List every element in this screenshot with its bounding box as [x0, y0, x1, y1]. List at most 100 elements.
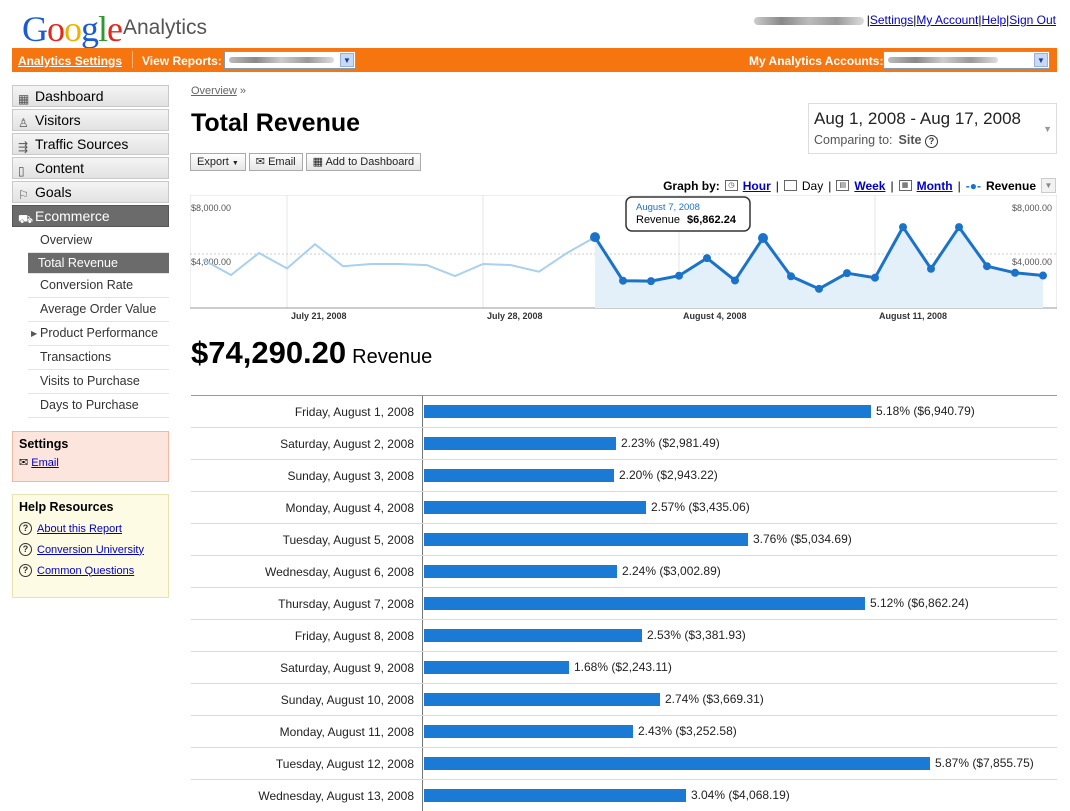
table-row[interactable]: Saturday, August 9, 2008 1.68% ($2,243.11… — [191, 652, 1057, 684]
submenu-conversion-rate[interactable]: Conversion Rate — [28, 274, 169, 298]
submenu-total-revenue[interactable]: Total Revenue — [28, 253, 169, 274]
data-point[interactable] — [619, 276, 627, 285]
bar-cell: 5.12% ($6,862.24) — [422, 588, 1057, 619]
graph-by-week[interactable]: Week — [854, 179, 885, 193]
data-point[interactable] — [647, 277, 655, 286]
data-point[interactable] — [590, 232, 600, 243]
table-row[interactable]: Monday, August 4, 2008 2.57% ($3,435.06) — [191, 492, 1057, 524]
data-point[interactable] — [787, 272, 795, 281]
submenu-overview[interactable]: Overview — [28, 229, 169, 253]
revenue-line-chart[interactable]: $8,000.00 $4,000.00 $8,000.00 $4,000.00 July… — [190, 195, 1057, 323]
sidebar-item-traffic-sources[interactable]: ⇶ Traffic Sources — [12, 133, 169, 155]
view-reports-label: View Reports: — [142, 54, 222, 68]
revenue-bar[interactable] — [424, 501, 646, 514]
graph-by-hour[interactable]: Hour — [743, 179, 771, 193]
submenu-visits-to-purchase[interactable]: Visits to Purchase — [28, 370, 169, 394]
sidebar-item-ecommerce[interactable]: ⛟ Ecommerce — [12, 205, 169, 227]
row-value: 2.23% ($2,981.49) — [621, 436, 720, 450]
graph-by-day[interactable]: Day — [802, 179, 823, 193]
data-point[interactable] — [731, 276, 739, 285]
google-logo[interactable]: Google — [22, 8, 123, 50]
add-to-dashboard-button[interactable]: ▦ Add to Dashboard — [305, 153, 422, 171]
graph-by-month[interactable]: Month — [917, 179, 953, 193]
graph-by-label: Graph by: — [663, 178, 720, 193]
table-row[interactable]: Sunday, August 10, 2008 2.74% ($3,669.31) — [191, 684, 1057, 716]
revenue-bar[interactable] — [424, 789, 686, 802]
date-range-picker[interactable]: Aug 1, 2008 - Aug 17, 2008 Comparing to:… — [808, 103, 1057, 154]
page-title: Total Revenue — [191, 109, 361, 137]
table-row[interactable]: Friday, August 8, 2008 2.53% ($3,381.93) — [191, 620, 1057, 652]
revenue-bar[interactable] — [424, 597, 865, 610]
data-point[interactable] — [675, 271, 683, 280]
submenu-days-to-purchase[interactable]: Days to Purchase — [28, 394, 169, 418]
analytics-settings-link[interactable]: Analytics Settings — [18, 54, 122, 68]
data-point[interactable] — [815, 284, 823, 293]
revenue-bar[interactable] — [424, 405, 871, 418]
table-row[interactable]: Friday, August 1, 2008 5.18% ($6,940.79) — [191, 396, 1057, 428]
data-point[interactable] — [1011, 268, 1019, 277]
sidebar-item-goals[interactable]: ⚐ Goals — [12, 181, 169, 203]
data-point[interactable] — [871, 273, 879, 282]
data-point[interactable] — [927, 264, 935, 273]
table-row[interactable]: Wednesday, August 6, 2008 2.24% ($3,002.8… — [191, 556, 1057, 588]
bar-cell: 2.23% ($2,981.49) — [422, 428, 1057, 459]
y-tick-label: $8,000.00 — [191, 203, 231, 213]
revenue-bar[interactable] — [424, 437, 616, 450]
data-point[interactable] — [983, 262, 991, 271]
data-point[interactable] — [843, 269, 851, 278]
settings-email-link[interactable]: Email — [31, 457, 59, 469]
sidebar-item-dashboard[interactable]: ▦ Dashboard — [12, 85, 169, 107]
common-questions-link[interactable]: Common Questions — [37, 565, 134, 577]
x-tick-label: August 4, 2008 — [683, 311, 747, 321]
chevron-down-icon[interactable]: ▼ — [340, 53, 354, 67]
export-button[interactable]: Export ▼ — [190, 153, 246, 171]
top-links: |Settings|My Account|Help|Sign Out — [753, 13, 1056, 27]
sidebar-item-visitors[interactable]: ♙ Visitors — [12, 109, 169, 131]
row-value: 3.04% ($4,068.19) — [691, 788, 790, 802]
about-report-link[interactable]: About this Report — [37, 523, 122, 535]
question-icon: ? — [19, 522, 32, 535]
data-point[interactable] — [1039, 271, 1047, 280]
chevron-down-icon[interactable]: ▼ — [1041, 178, 1056, 193]
my-account-link[interactable]: My Account — [916, 13, 978, 27]
table-row[interactable]: Saturday, August 2, 2008 2.23% ($2,981.49… — [191, 428, 1057, 460]
help-link[interactable]: Help — [981, 13, 1006, 27]
revenue-bar[interactable] — [424, 725, 633, 738]
submenu-transactions[interactable]: Transactions — [28, 346, 169, 370]
export-label: Export — [197, 156, 229, 168]
view-reports-select[interactable]: ▼ — [224, 51, 356, 69]
question-icon[interactable]: ? — [924, 135, 938, 148]
row-date: Friday, August 1, 2008 — [294, 405, 414, 419]
revenue-bar[interactable] — [424, 533, 748, 546]
data-point[interactable] — [703, 254, 711, 263]
table-row[interactable]: Monday, August 11, 2008 2.43% ($3,252.58) — [191, 716, 1057, 748]
table-row[interactable]: Thursday, August 7, 2008 5.12% ($6,862.24… — [191, 588, 1057, 620]
conversion-university-link[interactable]: Conversion University — [37, 544, 144, 556]
table-row[interactable]: Wednesday, August 13, 2008 3.04% ($4,068.… — [191, 780, 1057, 811]
data-point[interactable] — [955, 223, 963, 232]
chevron-down-icon[interactable]: ▼ — [1043, 124, 1052, 134]
sidebar-item-content[interactable]: ▯ Content — [12, 157, 169, 179]
chevron-down-icon[interactable]: ▼ — [1034, 53, 1048, 67]
data-point[interactable] — [899, 223, 907, 232]
y-tick-label: $4,000.00 — [191, 257, 231, 267]
revenue-bar[interactable] — [424, 629, 642, 642]
settings-link[interactable]: Settings — [870, 13, 913, 27]
dashboard-icon: ▦ — [18, 92, 30, 106]
table-row[interactable]: Tuesday, August 5, 2008 3.76% ($5,034.69) — [191, 524, 1057, 556]
data-point[interactable] — [758, 233, 768, 244]
accounts-select[interactable]: ▼ — [883, 51, 1050, 69]
revenue-bar[interactable] — [424, 565, 617, 578]
table-row[interactable]: Tuesday, August 12, 2008 5.87% ($7,855.75… — [191, 748, 1057, 780]
revenue-bar[interactable] — [424, 661, 569, 674]
submenu-average-order-value[interactable]: Average Order Value — [28, 298, 169, 322]
email-button[interactable]: ✉ Email — [248, 153, 303, 171]
breadcrumb-overview-link[interactable]: Overview — [191, 85, 237, 97]
revenue-bar[interactable] — [424, 693, 660, 706]
revenue-bar[interactable] — [424, 469, 614, 482]
table-row[interactable]: Sunday, August 3, 2008 2.20% ($2,943.22) — [191, 460, 1057, 492]
revenue-bar[interactable] — [424, 757, 930, 770]
submenu-product-performance[interactable]: ▶ Product Performance — [28, 322, 169, 346]
sign-out-link[interactable]: Sign Out — [1009, 13, 1056, 27]
help-resources-panel: Help Resources ? About this Report ? Conve… — [12, 494, 169, 598]
